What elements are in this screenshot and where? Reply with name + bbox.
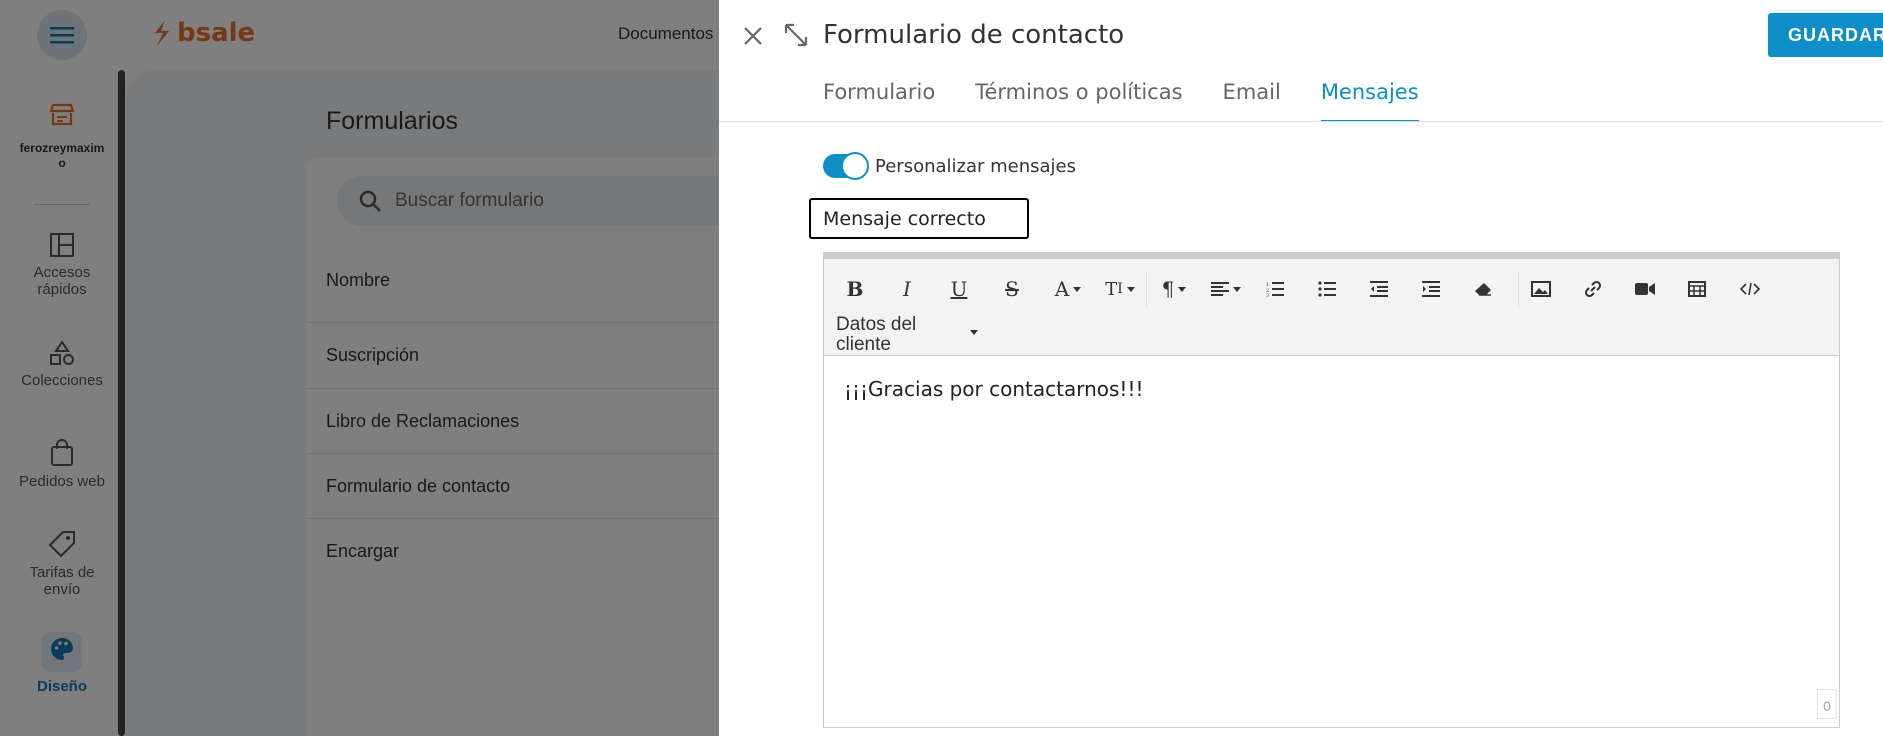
customize-messages-toggle[interactable] xyxy=(823,152,869,180)
tabs-divider xyxy=(719,121,1883,122)
video-icon xyxy=(1635,283,1655,295)
toolbar-separator xyxy=(1518,271,1519,307)
message-type-select[interactable]: Mensaje correcto xyxy=(809,198,1029,239)
align-button[interactable] xyxy=(1206,269,1246,309)
indent-icon xyxy=(1422,281,1440,297)
save-button[interactable]: GUARDAR xyxy=(1768,13,1883,57)
strikethrough-button[interactable]: S xyxy=(995,269,1029,309)
underline-button[interactable]: U xyxy=(942,269,976,309)
outdent-button[interactable] xyxy=(1362,269,1396,309)
ordered-list-icon: 123 xyxy=(1266,282,1284,297)
indent-button[interactable] xyxy=(1414,269,1448,309)
expand-icon xyxy=(784,23,808,47)
clear-format-button[interactable] xyxy=(1466,269,1500,309)
unordered-list-icon xyxy=(1318,281,1336,297)
close-icon xyxy=(744,27,762,45)
font-color-button[interactable]: A xyxy=(1048,269,1088,309)
tab-mensajes[interactable]: Mensajes xyxy=(1320,80,1419,122)
drawer-title: Formulario de contacto xyxy=(823,20,1125,50)
eraser-icon xyxy=(1475,283,1491,296)
drawer-tabs: Formulario Términos o políticas Email Me… xyxy=(823,80,1419,122)
outdent-icon xyxy=(1370,281,1388,297)
image-icon xyxy=(1531,281,1551,297)
character-counter: 0 xyxy=(1817,689,1837,719)
client-data-dropdown[interactable]: Datos del cliente xyxy=(836,314,978,355)
font-size-button[interactable]: TI xyxy=(1100,269,1140,309)
editor-toolbar: B I U S A TI ¶ 123 Datos del cliente xyxy=(824,253,1839,356)
close-button[interactable] xyxy=(735,18,771,54)
toggle-knob xyxy=(841,152,869,180)
customize-messages-row: Personalizar mensajes xyxy=(823,152,1076,180)
code-view-button[interactable] xyxy=(1732,269,1768,309)
svg-text:3: 3 xyxy=(1266,293,1269,297)
insert-link-button[interactable] xyxy=(1576,269,1610,309)
align-left-icon xyxy=(1211,282,1229,296)
insert-table-button[interactable] xyxy=(1680,269,1714,309)
tab-formulario[interactable]: Formulario xyxy=(823,80,935,122)
form-drawer: Formulario de contacto GUARDAR Formulari… xyxy=(719,0,1883,736)
tab-email[interactable]: Email xyxy=(1223,80,1281,122)
italic-button[interactable]: I xyxy=(890,269,924,309)
client-data-label: Datos del cliente xyxy=(836,314,917,355)
toggle-label: Personalizar mensajes xyxy=(875,155,1076,177)
toolbar-separator xyxy=(1146,271,1147,307)
expand-button[interactable] xyxy=(778,17,814,53)
rich-text-editor: B I U S A TI ¶ 123 Datos del cliente ¡¡¡… xyxy=(823,252,1840,728)
tab-terminos[interactable]: Términos o políticas xyxy=(975,80,1182,122)
code-icon xyxy=(1740,282,1760,296)
chevron-down-icon xyxy=(970,330,978,335)
paragraph-button[interactable]: ¶ xyxy=(1154,269,1194,309)
bold-button[interactable]: B xyxy=(838,269,872,309)
insert-image-button[interactable] xyxy=(1524,269,1558,309)
ordered-list-button[interactable]: 123 xyxy=(1258,269,1292,309)
table-icon xyxy=(1688,281,1706,297)
insert-video-button[interactable] xyxy=(1628,269,1662,309)
editor-content[interactable]: ¡¡¡Gracias por contactarnos!!! xyxy=(844,377,1143,401)
unordered-list-button[interactable] xyxy=(1310,269,1344,309)
link-icon xyxy=(1584,280,1602,298)
